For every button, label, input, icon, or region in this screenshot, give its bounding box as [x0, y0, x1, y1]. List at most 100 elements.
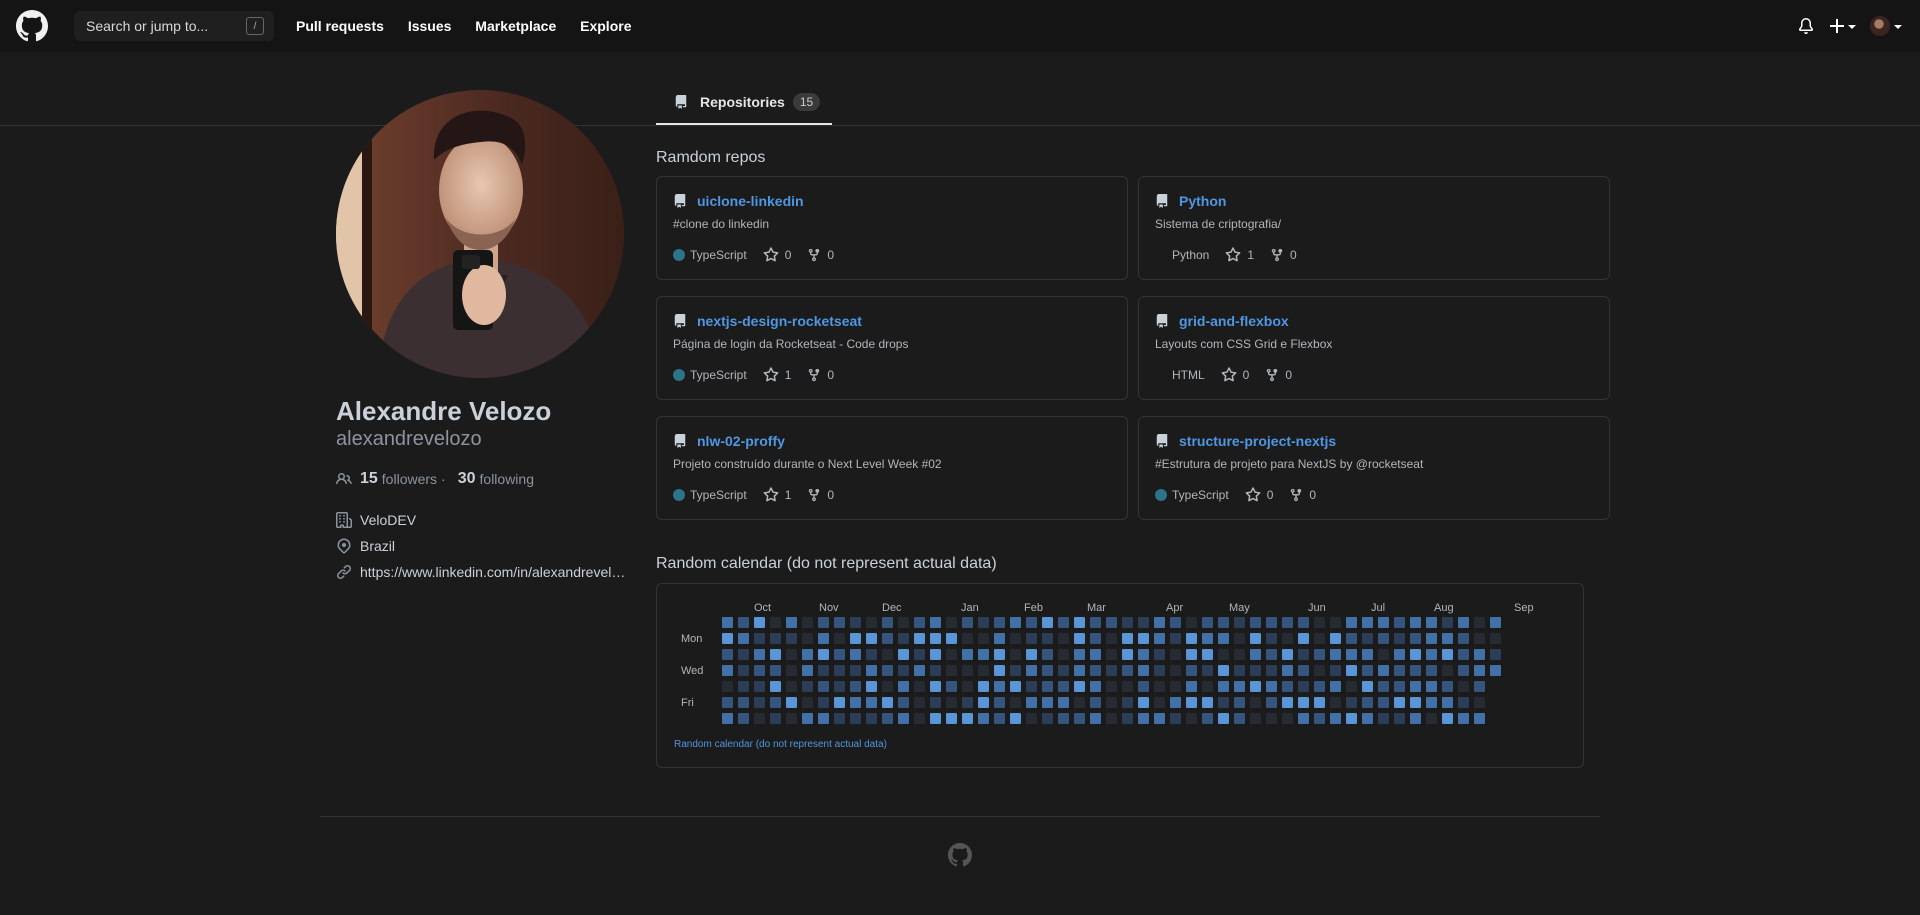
calendar-day-cell[interactable]	[978, 697, 989, 708]
repo-stars[interactable]: 0	[1243, 368, 1250, 382]
nav-explore[interactable]: Explore	[580, 18, 631, 34]
calendar-day-cell[interactable]	[1378, 617, 1389, 628]
calendar-day-cell[interactable]	[1362, 649, 1373, 660]
calendar-day-cell[interactable]	[946, 665, 957, 676]
github-footer-logo-icon[interactable]	[948, 843, 972, 867]
calendar-day-cell[interactable]	[1234, 681, 1245, 692]
calendar-day-cell[interactable]	[1010, 617, 1021, 628]
calendar-day-cell[interactable]	[1314, 681, 1325, 692]
calendar-day-cell[interactable]	[1010, 633, 1021, 644]
calendar-day-cell[interactable]	[930, 617, 941, 628]
calendar-day-cell[interactable]	[1042, 681, 1053, 692]
calendar-day-cell[interactable]	[738, 617, 749, 628]
calendar-day-cell[interactable]	[1458, 649, 1469, 660]
calendar-day-cell[interactable]	[978, 633, 989, 644]
calendar-day-cell[interactable]	[1154, 713, 1165, 724]
calendar-day-cell[interactable]	[962, 633, 973, 644]
calendar-day-cell[interactable]	[1202, 713, 1213, 724]
calendar-day-cell[interactable]	[914, 665, 925, 676]
calendar-day-cell[interactable]	[1410, 633, 1421, 644]
calendar-day-cell[interactable]	[1234, 617, 1245, 628]
calendar-day-cell[interactable]	[1202, 633, 1213, 644]
calendar-day-cell[interactable]	[1170, 633, 1181, 644]
calendar-day-cell[interactable]	[1426, 681, 1437, 692]
calendar-day-cell[interactable]	[1394, 665, 1405, 676]
calendar-day-cell[interactable]	[898, 665, 909, 676]
calendar-day-cell[interactable]	[946, 681, 957, 692]
calendar-day-cell[interactable]	[722, 713, 733, 724]
bell-icon[interactable]	[1798, 18, 1814, 34]
calendar-day-cell[interactable]	[994, 713, 1005, 724]
calendar-day-cell[interactable]	[1394, 617, 1405, 628]
calendar-day-cell[interactable]	[1314, 649, 1325, 660]
calendar-day-cell[interactable]	[1138, 633, 1149, 644]
calendar-day-cell[interactable]	[1106, 649, 1117, 660]
calendar-day-cell[interactable]	[1138, 649, 1149, 660]
calendar-day-cell[interactable]	[722, 697, 733, 708]
calendar-day-cell[interactable]	[786, 697, 797, 708]
calendar-day-cell[interactable]	[1122, 713, 1133, 724]
calendar-day-cell[interactable]	[1234, 697, 1245, 708]
calendar-day-cell[interactable]	[1138, 713, 1149, 724]
calendar-day-cell[interactable]	[1394, 649, 1405, 660]
calendar-day-cell[interactable]	[1298, 617, 1309, 628]
calendar-day-cell[interactable]	[802, 649, 813, 660]
repo-stars[interactable]: 1	[785, 488, 792, 502]
calendar-day-cell[interactable]	[962, 617, 973, 628]
calendar-day-cell[interactable]	[1458, 681, 1469, 692]
calendar-day-cell[interactable]	[1330, 681, 1341, 692]
calendar-day-cell[interactable]	[1282, 617, 1293, 628]
calendar-day-cell[interactable]	[1362, 665, 1373, 676]
calendar-day-cell[interactable]	[1282, 697, 1293, 708]
calendar-day-cell[interactable]	[770, 713, 781, 724]
calendar-day-cell[interactable]	[802, 697, 813, 708]
calendar-day-cell[interactable]	[1026, 665, 1037, 676]
calendar-day-cell[interactable]	[1378, 665, 1389, 676]
calendar-day-cell[interactable]	[1074, 633, 1085, 644]
calendar-day-cell[interactable]	[1266, 665, 1277, 676]
calendar-day-cell[interactable]	[850, 617, 861, 628]
calendar-day-cell[interactable]	[1138, 617, 1149, 628]
calendar-day-cell[interactable]	[1426, 697, 1437, 708]
calendar-day-cell[interactable]	[754, 633, 765, 644]
calendar-day-cell[interactable]	[930, 713, 941, 724]
calendar-day-cell[interactable]	[1378, 633, 1389, 644]
calendar-day-cell[interactable]	[1426, 633, 1437, 644]
calendar-day-cell[interactable]	[1122, 681, 1133, 692]
calendar-day-cell[interactable]	[1314, 633, 1325, 644]
calendar-day-cell[interactable]	[1250, 665, 1261, 676]
calendar-day-cell[interactable]	[1474, 665, 1485, 676]
calendar-day-cell[interactable]	[1010, 697, 1021, 708]
calendar-day-cell[interactable]	[1474, 681, 1485, 692]
calendar-day-cell[interactable]	[770, 681, 781, 692]
repo-name-link[interactable]: uiclone-linkedin	[697, 193, 804, 209]
calendar-day-cell[interactable]	[1234, 665, 1245, 676]
calendar-day-cell[interactable]	[834, 713, 845, 724]
calendar-day-cell[interactable]	[1010, 681, 1021, 692]
calendar-day-cell[interactable]	[882, 713, 893, 724]
create-new-menu[interactable]	[1830, 19, 1856, 33]
tab-repositories[interactable]: Repositories 15	[656, 80, 832, 125]
calendar-day-cell[interactable]	[1250, 697, 1261, 708]
calendar-day-cell[interactable]	[1234, 649, 1245, 660]
calendar-day-cell[interactable]	[994, 681, 1005, 692]
calendar-day-cell[interactable]	[1106, 681, 1117, 692]
calendar-day-cell[interactable]	[1394, 681, 1405, 692]
calendar-day-cell[interactable]	[1410, 649, 1421, 660]
calendar-day-cell[interactable]	[818, 681, 829, 692]
calendar-day-cell[interactable]	[1490, 617, 1501, 628]
calendar-day-cell[interactable]	[1362, 617, 1373, 628]
calendar-day-cell[interactable]	[1298, 681, 1309, 692]
calendar-day-cell[interactable]	[962, 681, 973, 692]
calendar-day-cell[interactable]	[1218, 697, 1229, 708]
calendar-day-cell[interactable]	[914, 649, 925, 660]
calendar-day-cell[interactable]	[1042, 617, 1053, 628]
repo-name-link[interactable]: nlw-02-proffy	[697, 433, 785, 449]
calendar-day-cell[interactable]	[866, 633, 877, 644]
calendar-day-cell[interactable]	[1202, 649, 1213, 660]
calendar-day-cell[interactable]	[1010, 649, 1021, 660]
calendar-day-cell[interactable]	[866, 713, 877, 724]
calendar-day-cell[interactable]	[882, 665, 893, 676]
calendar-day-cell[interactable]	[818, 633, 829, 644]
github-logo-icon[interactable]	[16, 10, 48, 42]
